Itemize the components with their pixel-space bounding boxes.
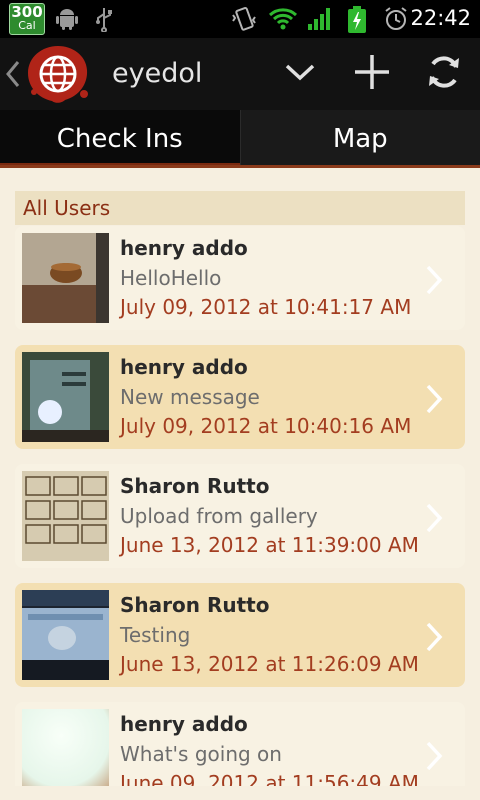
action-bar: eyedol [0, 38, 480, 110]
checkin-thumbnail [22, 709, 109, 786]
checkin-date: June 13, 2012 at 11:26:09 AM [120, 652, 419, 676]
list-item[interactable]: Sharon Rutto Upload from gallery June 13… [15, 464, 465, 568]
globe-logo-icon[interactable] [26, 44, 90, 104]
checkin-date: July 09, 2012 at 10:41:17 AM [120, 295, 412, 319]
checkin-thumbnail [22, 352, 109, 442]
checkin-user-name: henry addo [120, 712, 248, 736]
checkin-user-name: henry addo [120, 236, 248, 260]
checkin-thumbnail [22, 471, 109, 561]
status-clock: 22:42 [410, 6, 471, 30]
battery-charging-icon [346, 6, 368, 38]
chevron-right-icon [425, 621, 443, 657]
chevron-down-icon [284, 62, 316, 86]
checkin-message: Upload from gallery [120, 504, 318, 528]
checkin-list[interactable]: henry addo HelloHello July 09, 2012 at 1… [0, 226, 480, 786]
checkin-date: June 09, 2012 at 11:56:49 AM [120, 771, 419, 786]
chevron-right-icon [425, 740, 443, 776]
bottom-edge [0, 786, 480, 800]
alarm-icon [384, 6, 408, 36]
wifi-icon [268, 6, 298, 36]
signal-icon [306, 6, 334, 36]
checkin-message: What's going on [120, 742, 282, 766]
checkin-thumbnail [22, 590, 109, 680]
section-header: All Users [15, 191, 465, 225]
tab-check-ins[interactable]: Check Ins [0, 110, 240, 168]
app-title: eyedol [112, 58, 203, 89]
tab-label: Map [332, 124, 388, 154]
refresh-button[interactable] [420, 52, 468, 96]
tab-map[interactable]: Map [239, 110, 480, 168]
checkin-thumbnail [22, 233, 109, 323]
checkin-user-name: henry addo [120, 355, 248, 379]
usb-icon [94, 6, 114, 36]
checkin-user-name: Sharon Rutto [120, 593, 270, 617]
chevron-right-icon [425, 264, 443, 300]
checkin-message: Testing [120, 623, 191, 647]
chevron-right-icon [425, 502, 443, 538]
status-bar: 300 Cal 22:42 [0, 0, 480, 38]
tab-label: Check Ins [56, 124, 183, 154]
checkin-message: New message [120, 385, 260, 409]
add-checkin-button[interactable] [348, 52, 396, 96]
chevron-right-icon [425, 383, 443, 419]
checkin-date: July 09, 2012 at 10:40:16 AM [120, 414, 412, 438]
tab-bar: Check Ins Map [0, 110, 480, 168]
list-item[interactable]: henry addo New message July 09, 2012 at … [15, 345, 465, 449]
chevron-left-icon[interactable] [4, 58, 22, 94]
tab-divider [0, 165, 480, 168]
plus-icon [353, 53, 391, 95]
android-icon [56, 6, 78, 34]
list-item[interactable]: henry addo HelloHello July 09, 2012 at 1… [15, 226, 465, 330]
checkin-date: June 13, 2012 at 11:39:00 AM [120, 533, 419, 557]
list-item[interactable]: Sharon Rutto Testing June 13, 2012 at 11… [15, 583, 465, 687]
vibrate-icon [230, 6, 258, 36]
dropdown-button[interactable] [276, 52, 324, 96]
checkin-message: HelloHello [120, 266, 222, 290]
refresh-icon [425, 53, 463, 95]
checkin-user-name: Sharon Rutto [120, 474, 270, 498]
calorie-badge: 300 Cal [9, 3, 45, 35]
calorie-unit: Cal [18, 19, 36, 32]
list-item[interactable]: henry addo What's going on June 09, 2012… [15, 702, 465, 786]
calorie-value: 300 [11, 3, 43, 21]
